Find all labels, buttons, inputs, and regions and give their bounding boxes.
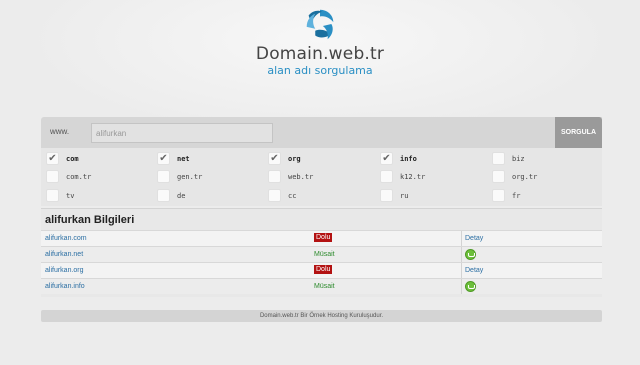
tld-label: ru	[400, 192, 409, 200]
checkbox[interactable]	[157, 170, 170, 183]
checkbox[interactable]	[268, 170, 281, 183]
status-badge: Müsait	[314, 283, 335, 290]
results-title: alifurkan Bilgileri	[45, 214, 135, 226]
checkbox[interactable]	[157, 189, 170, 202]
checkbox[interactable]	[492, 170, 505, 183]
tld-label: gen.tr	[177, 173, 203, 181]
tld-label: k12.tr	[400, 173, 426, 181]
detail-link[interactable]: Detay	[465, 267, 483, 274]
tld-selection-grid: ✔ com ✔ net ✔ org ✔ info biz com.tr gen.…	[41, 148, 602, 206]
logo-block: Domain.web.tr alan adı sorgulama	[0, 6, 640, 77]
domain-name-link[interactable]: alifurkan.com	[45, 235, 87, 242]
www-prefix-label: www.	[50, 127, 70, 136]
checkbox[interactable]	[380, 170, 393, 183]
checkbox[interactable]: ✔	[268, 152, 281, 165]
checkbox[interactable]: ✔	[46, 152, 59, 165]
results-panel: alifurkan Bilgileri alifurkan.com Dolu D…	[41, 208, 602, 297]
tld-label: web.tr	[288, 173, 314, 181]
checkbox[interactable]: ✔	[380, 152, 393, 165]
checkbox[interactable]	[268, 189, 281, 202]
tld-label: info	[400, 155, 417, 163]
table-row: alifurkan.org Dolu Detay	[41, 262, 602, 278]
tld-label: org.tr	[512, 173, 538, 181]
status-badge: Dolu	[314, 233, 333, 242]
checkbox[interactable]	[492, 152, 505, 165]
footer-text: Domain.web.tr Bir Örnek Hosting Kuruluşu…	[41, 310, 602, 322]
checkbox[interactable]: ✔	[157, 152, 170, 165]
table-row: alifurkan.net Müsait	[41, 246, 602, 262]
domain-name-link[interactable]: alifurkan.org	[45, 267, 84, 274]
search-bar: www. SORGULA	[41, 117, 602, 148]
search-button[interactable]: SORGULA	[555, 117, 602, 148]
tld-label: fr	[512, 192, 521, 200]
divider	[461, 279, 462, 294]
status-badge: Müsait	[314, 251, 335, 258]
domain-search-input[interactable]	[91, 123, 273, 143]
checkbox[interactable]	[46, 170, 59, 183]
domain-name-link[interactable]: alifurkan.net	[45, 251, 83, 258]
checkbox[interactable]	[46, 189, 59, 202]
tld-label: biz	[512, 155, 525, 163]
divider	[461, 247, 462, 262]
tld-label: net	[177, 155, 190, 163]
tld-label: cc	[288, 192, 297, 200]
tld-label: de	[177, 192, 186, 200]
cart-icon[interactable]	[465, 249, 476, 260]
table-row: alifurkan.com Dolu Detay	[41, 230, 602, 246]
tld-label: tv	[66, 192, 75, 200]
status-badge: Dolu	[314, 265, 333, 274]
tagline: alan adı sorgulama	[267, 64, 373, 77]
table-row: alifurkan.info Müsait	[41, 278, 602, 294]
divider	[461, 263, 462, 278]
logo-icon	[306, 9, 334, 40]
detail-link[interactable]: Detay	[465, 235, 483, 242]
tld-label: com.tr	[66, 173, 92, 181]
cart-icon[interactable]	[465, 281, 476, 292]
tld-label: com	[66, 155, 79, 163]
tld-label: org	[288, 155, 301, 163]
checkbox[interactable]	[492, 189, 505, 202]
checkbox[interactable]	[380, 189, 393, 202]
logo-text: Domain.web.tr	[255, 44, 385, 64]
divider	[461, 231, 462, 246]
domain-name-link[interactable]: alifurkan.info	[45, 283, 85, 290]
